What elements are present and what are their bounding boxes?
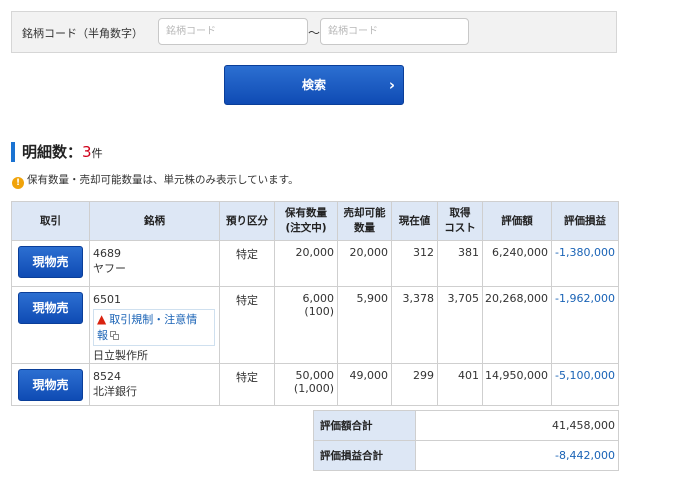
stock-cell: 4689 ヤフー — [89, 240, 220, 287]
trade-restriction-notice: ▲ 取引規制・注意情報 — [93, 309, 215, 346]
account-type: 特定 — [219, 363, 275, 406]
header-holding-qty-line2: (注文中) — [285, 222, 327, 234]
table-row: 現物売 6501 ▲ 取引規制・注意情報 日立製作所 特定 6,000 (100)… — [11, 286, 619, 364]
result-count-unit: 件 — [91, 147, 103, 160]
acquisition-cost: 3,705 — [437, 286, 483, 364]
header-sellable-line2: 数量 — [354, 222, 375, 234]
holding-qty-value: 20,000 — [295, 246, 335, 259]
trade-restriction-link-cont[interactable]: 報 — [97, 329, 108, 342]
valuation: 6,240,000 — [482, 240, 552, 287]
result-count-value: 3 — [82, 143, 92, 161]
trade-cell: 現物売 — [11, 240, 90, 287]
stock-code: 6501 — [93, 293, 121, 306]
total-valuation-label: 評価額合計 — [313, 410, 416, 441]
account-type: 特定 — [219, 240, 275, 287]
code-from-input[interactable] — [158, 18, 308, 45]
total-pnl-row: 評価損益合計 -8,442,000 — [313, 440, 619, 471]
total-valuation-row: 評価額合計 41,458,000 — [313, 410, 619, 441]
holding-qty: 50,000 (1,000) — [274, 363, 338, 406]
trade-cell: 現物売 — [11, 363, 90, 406]
sellable-qty: 49,000 — [337, 363, 392, 406]
header-valuation: 評価額 — [482, 201, 552, 241]
external-window-icon[interactable] — [110, 331, 119, 340]
holding-qty: 20,000 — [274, 240, 338, 287]
sellable-qty: 5,900 — [337, 286, 392, 364]
current-price: 312 — [391, 240, 438, 287]
unrealized-pnl: -1,380,000 — [551, 240, 619, 287]
unit-stock-note: ! 保有数量・売却可能数量は、単元株のみ表示しています。 — [12, 172, 299, 189]
current-price: 3,378 — [391, 286, 438, 364]
header-trade: 取引 — [11, 201, 90, 241]
warning-circle-icon: ! — [12, 177, 24, 189]
header-holding-qty: 保有数量 (注文中) — [274, 201, 338, 241]
header-cost: 取得 コスト — [437, 201, 483, 241]
total-pnl-label: 評価損益合計 — [313, 440, 416, 471]
stock-name: ヤフー — [93, 262, 126, 275]
holdings-table: 取引 銘柄 預り区分 保有数量 (注文中) 売却可能数量 現在値 取得コスト 評価… — [11, 201, 619, 406]
unrealized-pnl: -1,962,000 — [551, 286, 619, 364]
result-count-heading: 明細数：3件 — [11, 142, 103, 162]
stock-cell: 8524 北洋銀行 — [89, 363, 220, 406]
trade-restriction-link[interactable]: 取引規制・注意情 — [109, 313, 197, 326]
pending-order-qty: (100) — [304, 305, 334, 318]
header-price: 現在値 — [391, 201, 438, 241]
sellable-qty: 20,000 — [337, 240, 392, 287]
holding-qty: 6,000 (100) — [274, 286, 338, 364]
stock-name: 北洋銀行 — [93, 385, 137, 398]
holding-qty-value: 50,000 — [295, 369, 335, 382]
unit-stock-note-text: 保有数量・売却可能数量は、単元株のみ表示しています。 — [27, 174, 299, 186]
acquisition-cost: 381 — [437, 240, 483, 287]
account-type: 特定 — [219, 286, 275, 364]
header-holding-qty-line1: 保有数量 — [285, 207, 327, 219]
holding-qty-value: 6,000 — [302, 292, 335, 305]
valuation: 14,950,000 — [482, 363, 552, 406]
sell-button[interactable]: 現物売 — [18, 369, 83, 401]
sell-button[interactable]: 現物売 — [18, 292, 83, 324]
warning-triangle-icon: ▲ — [97, 312, 107, 326]
search-button-label: 検索 — [301, 78, 326, 92]
total-valuation-value: 41,458,000 — [415, 410, 619, 441]
header-stock: 銘柄 — [89, 201, 220, 241]
stock-code: 4689 — [93, 247, 121, 260]
current-price: 299 — [391, 363, 438, 406]
stock-name: 日立製作所 — [93, 349, 148, 362]
result-count-label: 明細数： — [22, 143, 83, 161]
table-row: 現物売 8524 北洋銀行 特定 50,000 (1,000) 49,000 2… — [11, 363, 619, 406]
header-account-type: 預り区分 — [219, 201, 275, 241]
acquisition-cost: 401 — [437, 363, 483, 406]
code-to-input[interactable] — [320, 18, 469, 45]
header-cost-line2: コスト — [444, 222, 476, 234]
header-sellable-line1: 売却可能 — [343, 207, 386, 219]
header-sellable-qty: 売却可能 数量 — [337, 201, 392, 241]
table-row: 現物売 4689 ヤフー 特定 20,000 20,000 312 381 6,… — [11, 240, 619, 287]
pending-order-qty: (1,000) — [293, 382, 334, 395]
stock-cell: 6501 ▲ 取引規制・注意情報 日立製作所 — [89, 286, 220, 364]
search-panel: 銘柄コード（半角数字） ～ — [11, 11, 617, 53]
chevron-right-icon: › — [388, 76, 395, 94]
range-separator: ～ — [308, 26, 321, 40]
sell-button[interactable]: 現物売 — [18, 246, 83, 278]
valuation: 20,268,000 — [482, 286, 552, 364]
table-header-row: 取引 銘柄 預り区分 保有数量 (注文中) 売却可能数量 現在値 取得コスト 評価… — [11, 201, 619, 241]
unrealized-pnl: -5,100,000 — [551, 363, 619, 406]
stock-code-label: 銘柄コード（半角数字） — [22, 27, 143, 40]
search-button[interactable]: 検索 › — [224, 65, 404, 105]
stock-code: 8524 — [93, 370, 121, 383]
header-cost-line1: 取得 — [449, 207, 471, 219]
totals-table: 評価額合計 41,458,000 評価損益合計 -8,442,000 — [313, 410, 619, 471]
header-pnl: 評価損益 — [551, 201, 619, 241]
total-pnl-value: -8,442,000 — [415, 440, 619, 471]
trade-cell: 現物売 — [11, 286, 90, 364]
